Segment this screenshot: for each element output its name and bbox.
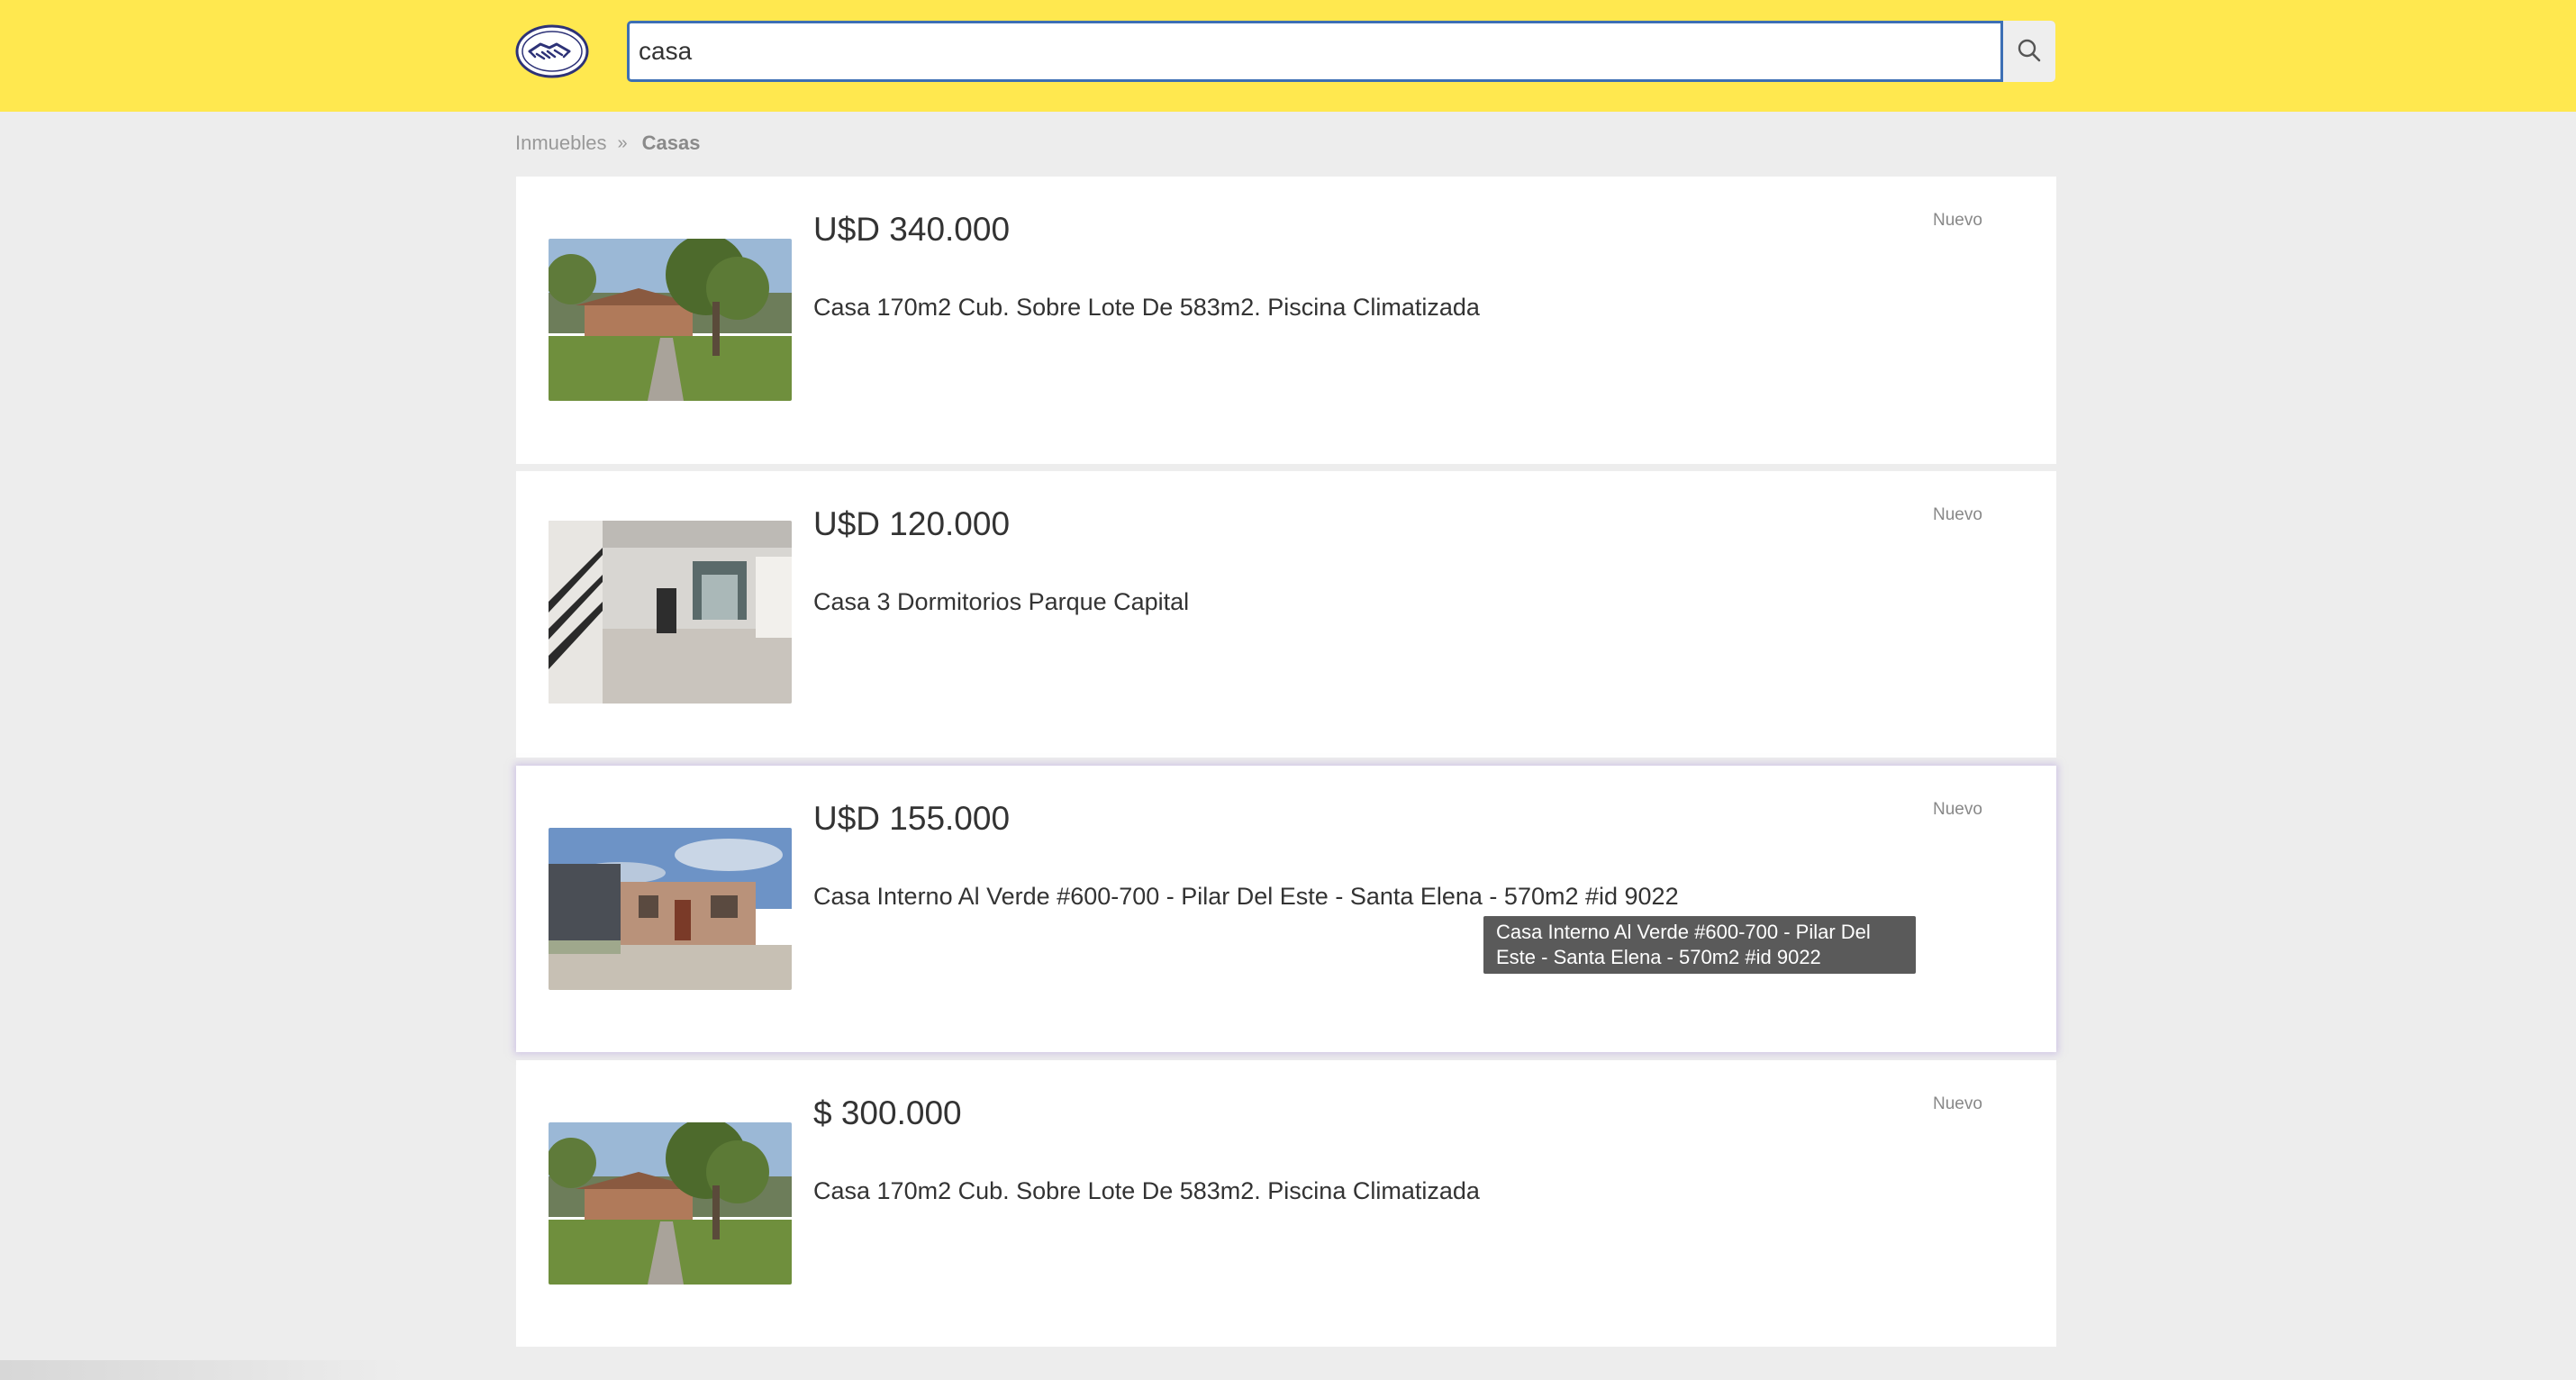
- search-input[interactable]: [627, 21, 2003, 82]
- result-card[interactable]: U$D 155.000 Casa Interno Al Verde #600-7…: [516, 766, 2056, 1052]
- tooltip-line-1: Casa Interno Al Verde #600-700 - Pilar D…: [1496, 921, 1871, 943]
- house-with-tree-photo[interactable]: [549, 1122, 792, 1285]
- listing-title[interactable]: Casa Interno Al Verde #600-700 - Pilar D…: [813, 883, 1679, 911]
- handshake-logo-icon[interactable]: [515, 24, 589, 78]
- bottom-overlay-shadow: [0, 1360, 405, 1380]
- interior-staircase-photo[interactable]: [549, 521, 792, 704]
- listing-price: U$D 340.000: [813, 211, 1011, 248]
- listing-title[interactable]: Casa 170m2 Cub. Sobre Lote De 583m2. Pis…: [813, 1177, 1480, 1205]
- condition-label: Nuevo: [1933, 1094, 1982, 1113]
- brick-house-photo[interactable]: [549, 828, 792, 990]
- listing-title[interactable]: Casa 3 Dormitorios Parque Capital: [813, 588, 1189, 616]
- breadcrumb-separator: »: [617, 132, 628, 153]
- condition-label: Nuevo: [1933, 211, 1982, 230]
- listing-price: U$D 120.000: [813, 505, 1011, 542]
- search-button[interactable]: [2003, 21, 2055, 82]
- listing-title[interactable]: Casa 170m2 Cub. Sobre Lote De 583m2. Pis…: [813, 294, 1480, 322]
- title-tooltip: Casa Interno Al Verde #600-700 - Pilar D…: [1483, 916, 1916, 974]
- result-card[interactable]: $ 300.000 Casa 170m2 Cub. Sobre Lote De …: [516, 1060, 2056, 1347]
- listing-price: $ 300.000: [813, 1094, 962, 1131]
- top-header: [0, 0, 2576, 112]
- result-card[interactable]: U$D 340.000 Casa 170m2 Cub. Sobre Lote D…: [516, 177, 2056, 464]
- search-icon: [2017, 38, 2042, 66]
- breadcrumb-parent[interactable]: Inmuebles: [515, 132, 607, 155]
- breadcrumb-current: Casas: [641, 132, 701, 154]
- house-with-tree-photo[interactable]: [549, 239, 792, 401]
- breadcrumb: Inmuebles » Casas: [515, 132, 700, 155]
- result-card[interactable]: U$D 120.000 Casa 3 Dormitorios Parque Ca…: [516, 471, 2056, 758]
- condition-label: Nuevo: [1933, 800, 1982, 819]
- tooltip-line-2: Este - Santa Elena - 570m2 #id 9022: [1496, 946, 1821, 968]
- condition-label: Nuevo: [1933, 505, 1982, 524]
- listing-price: U$D 155.000: [813, 800, 1011, 837]
